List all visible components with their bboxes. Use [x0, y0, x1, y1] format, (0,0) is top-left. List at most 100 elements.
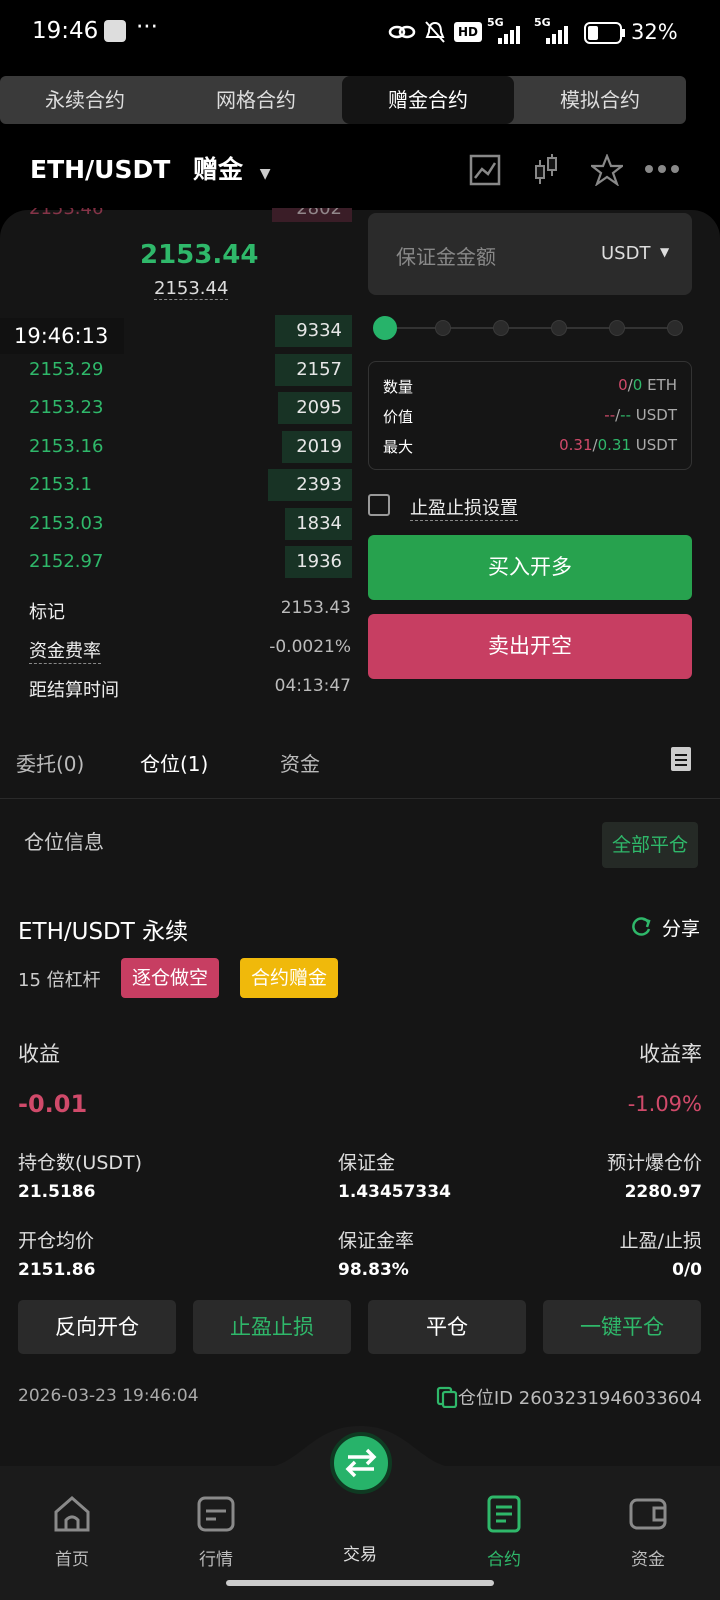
mark-value: 2153.43 [280, 598, 351, 618]
bid-price: 2153.29 [29, 358, 104, 380]
slider-step[interactable] [435, 320, 451, 336]
leverage-label: 15 倍杠杆 [18, 970, 101, 991]
liq-label: 预计爆仓价 [606, 1152, 702, 1174]
tpsl-label: 止盈/止损 [619, 1230, 702, 1252]
margin-ratio-value: 98.83% [338, 1260, 409, 1280]
ask-price: 2153.46 [29, 208, 104, 219]
bid-row[interactable]: 2153.1 2393 [0, 466, 352, 504]
funding-value: -0.0021% [269, 637, 351, 657]
share-label[interactable]: 分享 [662, 914, 700, 941]
buy-long-button[interactable]: 买入开多 [368, 535, 692, 600]
nav-assets[interactable]: 资金 [598, 1466, 698, 1570]
nav-home[interactable]: 首页 [22, 1466, 122, 1570]
bid-row[interactable]: 2153.03 1834 [0, 505, 352, 543]
star-icon[interactable] [591, 154, 623, 186]
tpsl-setting-label[interactable]: 止盈止损设置 [410, 494, 518, 521]
unit-select[interactable]: USDT [601, 243, 650, 264]
value-label: 价值 [383, 408, 414, 426]
position-section-title: 仓位信息 [24, 830, 104, 854]
mark-price-under[interactable]: 2153.44 [154, 278, 229, 300]
nav-market-label: 行情 [199, 1550, 233, 1570]
size-label: 持仓数(USDT) [18, 1152, 143, 1174]
status-more: ··· [136, 14, 158, 40]
nav-market[interactable]: 行情 [166, 1466, 266, 1570]
tab-orders[interactable]: 委托(0) [16, 748, 84, 777]
tab-bonus[interactable]: 赠金合约 [342, 76, 514, 124]
contract-icon [487, 1495, 521, 1533]
margin-placeholder: 保证金金额 [396, 245, 496, 269]
position-id: 仓位ID 2603231946033604 [457, 1388, 702, 1409]
hd-icon: HD [454, 22, 482, 42]
tab-grid[interactable]: 网格合约 [170, 76, 342, 124]
ask-qty: 2802 [296, 208, 342, 219]
share-icon[interactable] [630, 916, 652, 938]
slider-step[interactable] [551, 320, 567, 336]
reverse-open-button[interactable]: 反向开仓 [18, 1300, 176, 1354]
size-value: 21.5186 [18, 1182, 96, 1202]
pair-name: ETH/USDT [30, 155, 171, 184]
wrench-icon [104, 20, 126, 42]
contract-mode-tabs: 永续合约 网格合约 赠金合约 模拟合约 [0, 76, 686, 124]
qty-value: 0/0 ETH [618, 376, 677, 394]
entry-label: 开仓均价 [18, 1230, 95, 1252]
nav-trade[interactable]: 交易 [310, 1432, 410, 1565]
position-time: 2026-03-23 19:46:04 [18, 1386, 199, 1406]
margin-value: 1.43457334 [338, 1182, 451, 1202]
tab-funds[interactable]: 资金 [280, 748, 320, 777]
chart-icon[interactable] [469, 154, 501, 186]
candlestick-icon[interactable] [532, 152, 560, 186]
tpsl-value: 0/0 [672, 1260, 702, 1280]
order-summary-box: 数量 0/0 ETH 价值 --/-- USDT 最大 0.31/0.31 US… [368, 361, 692, 470]
slider-handle[interactable] [373, 316, 397, 340]
close-all-button[interactable]: 全部平仓 [602, 822, 698, 868]
status-bar: 19:46 ··· HD 5G 5G 32% [0, 0, 720, 64]
slider-step[interactable] [667, 320, 683, 336]
close-position-button[interactable]: 平仓 [368, 1300, 526, 1354]
bid-qty: 2095 [296, 397, 342, 418]
document-icon[interactable] [670, 746, 692, 772]
max-label: 最大 [383, 438, 414, 456]
tab-demo[interactable]: 模拟合约 [514, 76, 686, 124]
one-click-close-button[interactable]: 一键平仓 [543, 1300, 701, 1354]
bid-price: 2153.23 [29, 397, 104, 418]
bid-row[interactable]: 2153.29 2157 [0, 351, 352, 389]
margin-mode-badge: 逐仓做空 [121, 958, 220, 998]
pnl-label: 收益 [18, 1042, 60, 1066]
sell-short-button[interactable]: 卖出开空 [368, 614, 692, 679]
bid-row[interactable]: 2152.97 1936 [0, 543, 352, 581]
margin-input[interactable]: 保证金金额 USDT ▼ [368, 213, 692, 295]
trade-swap-icon [330, 1432, 392, 1494]
nav-contract-label: 合约 [487, 1550, 521, 1570]
tpsl-checkbox[interactable] [368, 494, 390, 516]
last-price: 2153.44 [140, 240, 259, 270]
margin-ratio-label: 保证金率 [338, 1230, 415, 1252]
bid-price: 2153.1 [29, 474, 92, 495]
home-indicator [226, 1580, 494, 1586]
funding-label[interactable]: 资金费率 [29, 637, 101, 664]
ask-row-partial: 2153.46 2802 [0, 208, 352, 222]
settle-label: 距结算时间 [29, 680, 119, 701]
pair-mode: 赠金 [193, 155, 244, 184]
slider-step[interactable] [493, 320, 509, 336]
margin-label: 保证金 [338, 1152, 396, 1174]
tab-positions[interactable]: 仓位(1) [140, 748, 208, 777]
bid-row[interactable]: 2153.16 2019 [0, 428, 352, 466]
copy-icon[interactable] [436, 1386, 458, 1408]
time-overlay: 19:46:13 [0, 318, 124, 354]
mark-label: 标记 [29, 602, 65, 623]
signal-icon-2 [546, 26, 568, 44]
nav-contract[interactable]: 合约 [454, 1466, 554, 1570]
divider [0, 798, 720, 799]
more-icon[interactable] [644, 162, 680, 176]
leverage-slider-track[interactable] [376, 327, 678, 329]
slider-step[interactable] [609, 320, 625, 336]
bid-qty: 2393 [296, 474, 342, 495]
max-value: 0.31/0.31 USDT [559, 436, 677, 454]
pair-selector[interactable]: ETH/USDT 赠金 ▼ [30, 150, 271, 186]
unit-chevron-icon[interactable]: ▼ [660, 245, 669, 259]
nav-home-label: 首页 [55, 1550, 89, 1570]
home-icon [54, 1496, 90, 1532]
tab-perpetual[interactable]: 永续合约 [0, 76, 170, 124]
bid-row[interactable]: 2153.23 2095 [0, 389, 352, 427]
tpsl-button[interactable]: 止盈止损 [193, 1300, 351, 1354]
